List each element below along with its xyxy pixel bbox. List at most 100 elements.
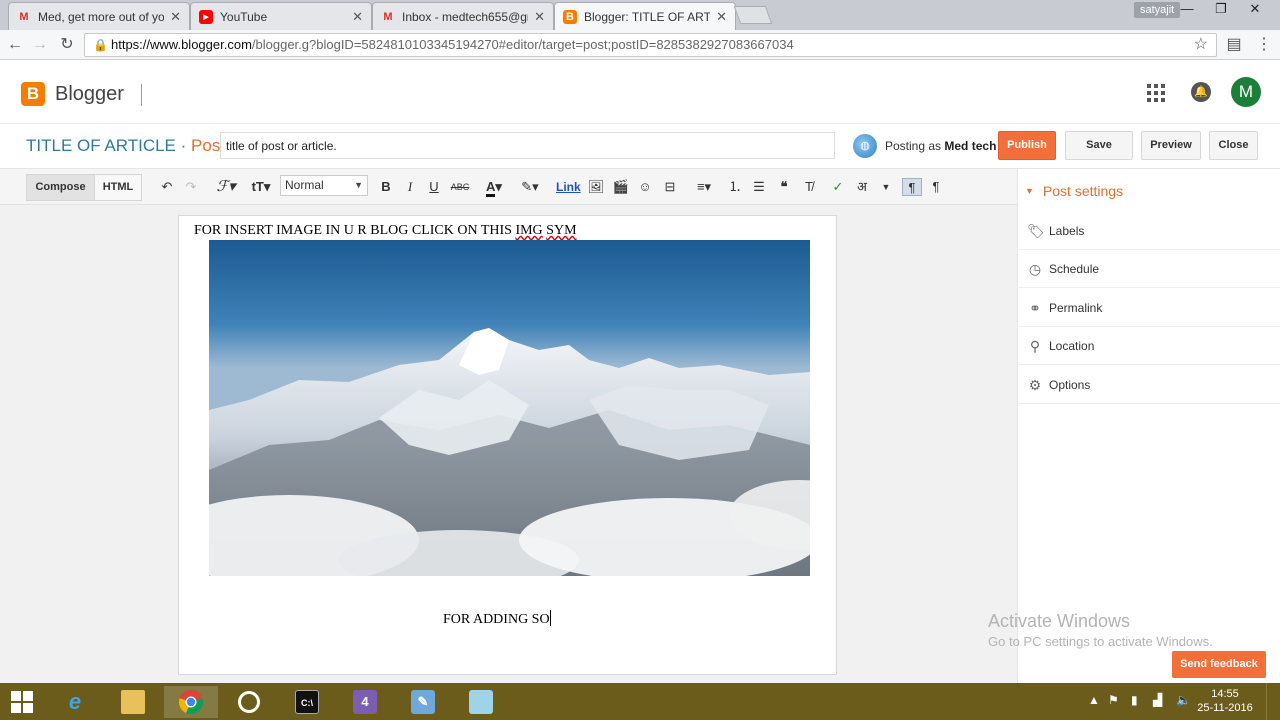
html-mode-button[interactable]: HTML xyxy=(94,174,142,201)
windows-start-icon[interactable] xyxy=(0,686,44,718)
remove-formatting-icon[interactable]: T̸ xyxy=(800,178,818,196)
notes-glyph xyxy=(469,690,493,714)
strikethrough-icon[interactable]: ABC xyxy=(450,178,470,196)
insert-video-icon[interactable]: 🎬 xyxy=(612,178,630,196)
close-button[interactable]: Close xyxy=(1209,131,1258,160)
tab-title: Inbox - medtech655@gm xyxy=(402,9,529,24)
bulleted-list-icon[interactable]: ☰ xyxy=(750,178,768,196)
input-tools-icon[interactable]: अ xyxy=(853,178,871,196)
reload-icon[interactable]: ↻ xyxy=(57,35,77,55)
network-icon[interactable]: ▟ xyxy=(1153,693,1162,707)
taskbar-clock[interactable]: 14:55 25-11-2016 xyxy=(1197,687,1253,715)
notes-app-icon[interactable] xyxy=(454,686,508,718)
format-select[interactable]: Normal ▼ xyxy=(280,175,368,196)
file-explorer-icon[interactable] xyxy=(106,686,160,718)
avatar[interactable]: M xyxy=(1231,77,1261,107)
chrome-menu-icon[interactable]: ⋮ xyxy=(1254,35,1274,55)
blog-title-link[interactable]: TITLE OF ARTICLE xyxy=(26,136,176,155)
paint-app-icon[interactable]: ✎ xyxy=(396,686,450,718)
insert-image-icon[interactable]: 🖼 xyxy=(587,178,605,196)
underline-icon[interactable]: U xyxy=(426,178,442,196)
chrome-logo-icon xyxy=(178,690,204,715)
jump-break-icon[interactable]: ⊟ xyxy=(661,178,679,196)
close-tab-icon[interactable]: ✕ xyxy=(170,9,181,25)
editor-body-line-2[interactable]: FOR ADDING SO xyxy=(443,610,551,628)
globe-icon: ◍ xyxy=(853,134,877,158)
editor-body-line-1[interactable]: FOR INSERT IMAGE IN U R BLOG CLICK ON TH… xyxy=(194,223,577,239)
close-tab-icon[interactable]: ✕ xyxy=(352,9,363,25)
undo-icon[interactable]: ↶ xyxy=(159,178,175,196)
italic-icon[interactable]: I xyxy=(402,178,418,196)
header-divider xyxy=(141,84,142,106)
terminal-glyph: C:\ xyxy=(295,690,319,714)
browser-tab-youtube[interactable]: ▶ YouTube ✕ xyxy=(190,2,372,30)
publish-button[interactable]: Publish xyxy=(998,131,1056,160)
apps-grid-icon[interactable] xyxy=(1147,84,1165,102)
url-host: https://www.blogger.com xyxy=(111,37,252,52)
window-close-icon[interactable]: ✕ xyxy=(1240,0,1270,20)
alignment-icon[interactable]: ≡▾ xyxy=(690,178,718,196)
link-button[interactable]: Link xyxy=(556,178,581,196)
numbered-list-icon[interactable]: ⒈ xyxy=(726,178,744,196)
back-arrow-icon[interactable]: ← xyxy=(5,35,25,55)
breadcrumb-separator: · xyxy=(180,136,187,155)
browser-tab-inbox[interactable]: M Inbox - medtech655@gm ✕ xyxy=(372,2,554,30)
notifications-bell-icon[interactable]: 🔔 xyxy=(1191,82,1211,102)
sidebar-item-label: Options xyxy=(1049,378,1091,392)
close-tab-icon[interactable]: ✕ xyxy=(716,9,727,25)
post-settings-header[interactable]: ▼ Post settings xyxy=(1025,183,1123,199)
sidebar-item-schedule[interactable]: ◷ Schedule xyxy=(1017,250,1280,288)
browser-tab-blogger[interactable]: B Blogger: TITLE OF ARTICL ✕ xyxy=(554,2,736,30)
input-tools-dropdown-icon[interactable]: ▼ xyxy=(879,178,893,196)
bookmark-star-icon[interactable]: ☆ xyxy=(1194,34,1208,56)
activate-windows-title: Activate Windows xyxy=(988,611,1131,631)
font-family-icon[interactable]: ℱ▾ xyxy=(213,178,239,196)
minimize-icon[interactable]: — xyxy=(1172,0,1202,20)
sidebar-item-labels[interactable]: 🏷 Labels xyxy=(1017,212,1280,250)
emoji-icon[interactable]: ☺ xyxy=(636,178,654,196)
show-hidden-icons-icon[interactable]: ▲ xyxy=(1088,693,1100,707)
font-size-icon[interactable]: tT▾ xyxy=(247,178,275,196)
restore-icon[interactable]: ❐ xyxy=(1206,0,1236,20)
text-color-icon[interactable]: A▾ xyxy=(480,178,508,197)
chevron-down-icon: ▼ xyxy=(354,180,363,190)
volume-icon[interactable]: 🔈 xyxy=(1176,693,1191,707)
address-bar[interactable]: 🔒 https://www.blogger.com/blogger.g?blog… xyxy=(84,33,1217,57)
close-tab-icon[interactable]: ✕ xyxy=(534,9,545,25)
preview-button[interactable]: Preview xyxy=(1141,131,1201,160)
clock-time: 14:55 xyxy=(1211,688,1239,700)
post-title-input[interactable] xyxy=(220,132,835,159)
action-center-flag-icon[interactable]: ⚑ xyxy=(1108,693,1119,707)
extension-icon[interactable]: ▤ xyxy=(1224,35,1244,55)
author-name[interactable]: Med tech xyxy=(944,139,996,153)
app-name[interactable]: Blogger xyxy=(55,83,124,106)
internet-explorer-icon[interactable]: e xyxy=(48,686,102,718)
blogger-logo-icon[interactable]: B xyxy=(21,82,45,106)
sidebar-item-location[interactable]: ⚲ Location xyxy=(1017,327,1280,365)
sidebar-item-label: Schedule xyxy=(1049,262,1100,276)
ltr-direction-icon[interactable]: ¶ xyxy=(902,178,922,196)
media-app-icon[interactable] xyxy=(222,686,276,718)
sidebar-item-permalink[interactable]: ⚭ Permalink xyxy=(1017,289,1280,327)
ie-glyph: e xyxy=(68,689,82,714)
chrome-taskbar-icon[interactable] xyxy=(164,686,218,718)
inserted-mountain-image[interactable] xyxy=(209,240,810,576)
bold-icon[interactable]: B xyxy=(378,178,394,196)
compose-mode-button[interactable]: Compose xyxy=(26,174,95,201)
new-tab-button[interactable] xyxy=(733,6,773,24)
command-prompt-icon[interactable]: C:\ xyxy=(280,686,334,718)
quote-icon[interactable]: ❝ xyxy=(775,178,793,196)
spellcheck-icon[interactable]: ✓ xyxy=(829,178,847,196)
forward-arrow-icon[interactable]: → xyxy=(30,35,50,55)
tab-title: Med, get more out of yo xyxy=(38,9,165,24)
save-button[interactable]: Save xyxy=(1065,131,1133,160)
show-desktop-button[interactable] xyxy=(1266,683,1280,720)
redo-icon[interactable]: ↷ xyxy=(183,178,199,196)
rtl-direction-icon[interactable]: ¶ xyxy=(928,178,944,196)
browser-tab-gmail-promo[interactable]: M Med, get more out of yo ✕ xyxy=(8,2,190,30)
sidebar-item-options[interactable]: ⚙ Options xyxy=(1017,366,1280,404)
highlight-color-icon[interactable]: ✎▾ xyxy=(516,178,544,196)
screen-recorder-icon[interactable]: 4 xyxy=(338,686,392,718)
send-feedback-button[interactable]: Send feedback xyxy=(1172,651,1266,678)
power-icon[interactable]: ▮ xyxy=(1131,693,1138,707)
